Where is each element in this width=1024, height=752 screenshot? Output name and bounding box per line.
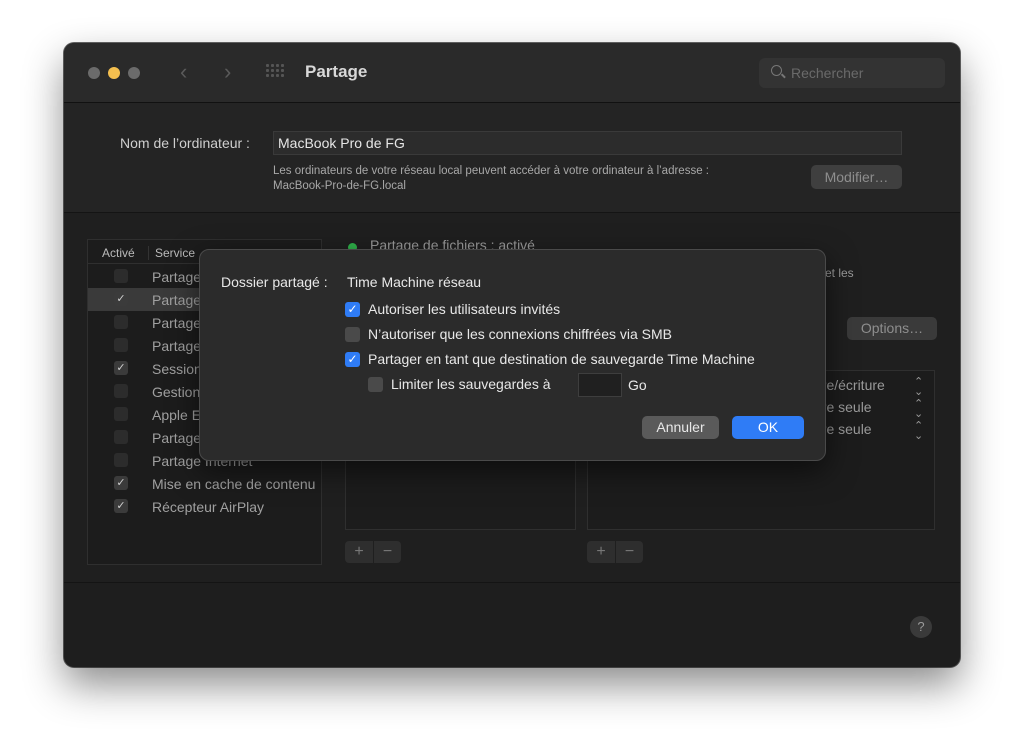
zoom-window-button[interactable]	[128, 67, 140, 79]
back-arrow-icon[interactable]: ‹	[180, 61, 187, 83]
guest-users-checkbox[interactable]: ✓	[345, 302, 360, 317]
add-user-button[interactable]: +	[587, 541, 615, 563]
service-checkbox[interactable]	[114, 315, 128, 329]
modify-button[interactable]: Modifier…	[811, 165, 902, 189]
service-row[interactable]: ✓ Récepteur AirPlay	[88, 495, 321, 518]
popup-chevron-icon: ⌃ ⌄	[914, 376, 924, 398]
limit-backups-label: Limiter les sauvegardes à	[391, 376, 551, 392]
limit-backups-option[interactable]: Limiter les sauvegardes à	[368, 375, 578, 393]
options-button[interactable]: Options…	[847, 317, 937, 340]
guest-users-option[interactable]: ✓ Autoriser les utilisateurs invités	[345, 300, 645, 318]
advanced-options-sheet: Dossier partagé : Time Machine réseau ✓ …	[199, 249, 826, 461]
shared-folder-label: Dossier partagé :	[221, 274, 328, 290]
service-checkbox[interactable]: ✓	[114, 361, 128, 375]
ok-button[interactable]: OK	[732, 416, 804, 439]
address-line-1: Les ordinateurs de votre réseau local pe…	[273, 165, 709, 177]
time-machine-option[interactable]: ✓ Partager en tant que destination de sa…	[345, 350, 805, 368]
shared-folder-value: Time Machine réseau	[347, 274, 482, 290]
service-checkbox[interactable]	[114, 384, 128, 398]
description-fragment: et les	[825, 266, 854, 280]
cancel-button[interactable]: Annuler	[642, 416, 719, 439]
popup-chevron-icon: ⌃ ⌄	[914, 398, 924, 420]
service-checkbox[interactable]	[114, 453, 128, 467]
help-button[interactable]: ?	[910, 616, 932, 638]
title-bar: ‹ › Partage	[64, 43, 960, 103]
service-checkbox[interactable]: ✓	[114, 476, 128, 490]
time-machine-checkbox[interactable]: ✓	[345, 352, 360, 367]
minimize-window-button[interactable]	[108, 67, 120, 79]
column-service-header: Service	[148, 246, 195, 260]
service-label: Récepteur AirPlay	[152, 499, 265, 515]
smb-encrypted-checkbox[interactable]	[345, 327, 360, 342]
limit-backups-checkbox[interactable]	[368, 377, 383, 392]
computer-name-section: Nom de l’ordinateur : MacBook Pro de FG …	[64, 103, 960, 213]
service-checkbox[interactable]	[114, 407, 128, 421]
service-row[interactable]: ✓ Mise en cache de contenu	[88, 472, 321, 495]
add-folder-button[interactable]: +	[345, 541, 373, 563]
computer-name-field[interactable]: MacBook Pro de FG	[273, 131, 902, 155]
close-window-button[interactable]	[88, 67, 100, 79]
computer-name-label: Nom de l’ordinateur :	[120, 135, 250, 151]
backup-limit-field[interactable]	[578, 373, 622, 397]
permission-popup[interactable]: ure seule ⌃ ⌄	[814, 398, 934, 420]
permission-popup[interactable]: ure seule ⌃ ⌄	[814, 420, 934, 442]
address-description: Les ordinateurs de votre réseau local pe…	[273, 164, 793, 194]
smb-encrypted-label: N’autoriser que les connexions chiffrées…	[368, 326, 673, 342]
column-active-header: Activé	[102, 246, 135, 260]
folders-add-remove: + −	[345, 541, 401, 563]
service-label: Mise en cache de contenu	[152, 476, 316, 492]
show-all-grid-icon[interactable]	[266, 64, 284, 82]
service-checkbox[interactable]: ✓	[114, 499, 128, 513]
users-add-remove: + −	[587, 541, 643, 563]
backup-limit-unit: Go	[628, 377, 647, 393]
service-checkbox[interactable]	[114, 338, 128, 352]
remove-folder-button[interactable]: −	[373, 541, 401, 563]
smb-encrypted-option[interactable]: N’autoriser que les connexions chiffrées…	[345, 325, 745, 343]
forward-arrow-icon[interactable]: ›	[224, 61, 231, 83]
service-checkbox[interactable]	[114, 430, 128, 444]
remove-user-button[interactable]: −	[615, 541, 643, 563]
window-title: Partage	[305, 62, 368, 81]
search-box[interactable]	[759, 58, 945, 88]
service-checkbox[interactable]	[114, 269, 128, 283]
popup-chevron-icon: ⌃ ⌄	[914, 420, 924, 442]
permission-popup[interactable]: ure/écriture ⌃ ⌄	[814, 376, 934, 398]
search-input[interactable]	[791, 64, 936, 82]
address-line-2: MacBook-Pro-de-FG.local	[273, 180, 406, 192]
time-machine-label: Partager en tant que destination de sauv…	[368, 351, 755, 367]
search-icon	[771, 65, 782, 76]
service-checkbox[interactable]: ✓	[114, 292, 128, 306]
guest-users-label: Autoriser les utilisateurs invités	[368, 301, 561, 317]
